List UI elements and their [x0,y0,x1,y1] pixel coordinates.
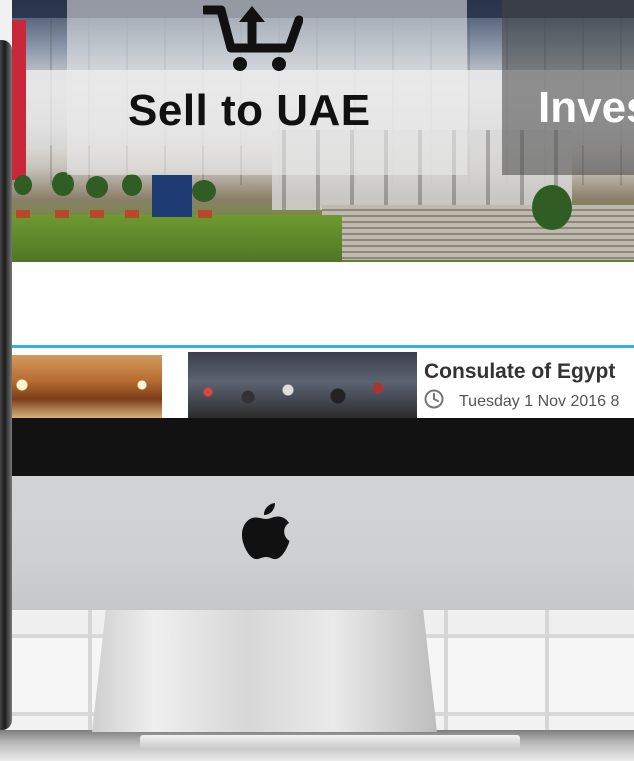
news-title[interactable]: Consulate of Egypt [424,360,615,384]
monitor-stand [92,610,437,732]
invest-label[interactable]: Inves [538,83,634,133]
monitor-bottom-bezel [12,418,634,476]
monitor-chin [12,476,634,610]
sell-to-uae-label[interactable]: Sell to UAE [128,86,371,136]
monitor-left-edge [0,40,12,730]
apple-logo-icon [242,503,290,560]
content-spacer [12,262,634,345]
news-thumbnail-hall[interactable] [12,355,162,418]
news-accent-divider [12,345,634,348]
monitor-screen: Sell to UAE Inves Consulate of Egypt Tue… [12,0,634,418]
hero-banner: Sell to UAE Inves [12,0,634,262]
cart-upload-icon[interactable] [203,0,303,75]
monitor-stand-base [140,735,520,749]
news-date: Tuesday 1 Nov 2016 8 [459,393,620,410]
news-thumbnail-event[interactable] [188,352,417,418]
clock-icon [424,389,444,409]
